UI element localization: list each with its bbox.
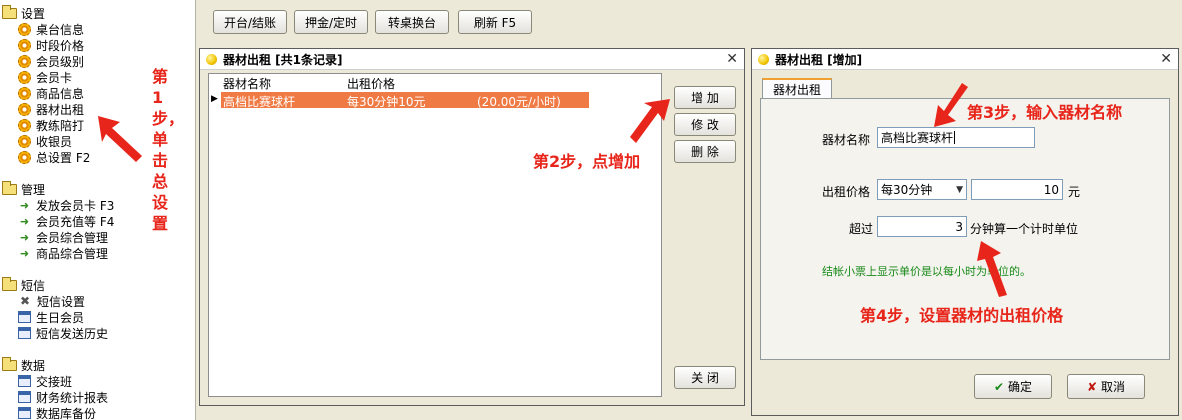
- price-input[interactable]: 10: [971, 179, 1063, 200]
- close-icon[interactable]: ✕: [1160, 51, 1172, 67]
- tree-item-cashier[interactable]: 收银员: [18, 133, 72, 149]
- tree-group-data[interactable]: 数据: [2, 356, 45, 373]
- cancel-button[interactable]: ✘ 取消: [1067, 374, 1145, 399]
- add-button[interactable]: 增 加: [674, 86, 736, 109]
- gear-icon: [18, 150, 31, 164]
- row-rate: (20.00元/小时): [477, 95, 561, 109]
- gear-icon: [18, 134, 31, 148]
- confirm-button[interactable]: ✔ 确定: [974, 374, 1052, 399]
- window-icon: [18, 311, 31, 323]
- step4-annotation: 第4步，设置器材的出租价格: [860, 306, 1064, 325]
- gear-icon: [18, 102, 31, 116]
- exceed-suffix: 分钟算一个计时单位: [970, 222, 1079, 236]
- gear-icon: [18, 70, 31, 84]
- price-label: 出租价格: [822, 185, 871, 199]
- tools-icon: ✖: [19, 294, 31, 308]
- table-row[interactable]: 高档比赛球杆 每30分钟10元 (20.00元/小时): [221, 92, 589, 109]
- tree-item-shift-handover[interactable]: 交接班: [18, 373, 72, 389]
- step2-annotation: 第2步，点增加: [533, 152, 641, 171]
- folder-icon: [2, 356, 17, 371]
- gear-icon: [18, 118, 31, 132]
- tree-item-equipment-rental[interactable]: 器材出租: [18, 101, 84, 117]
- gear-icon: [18, 86, 31, 100]
- tree-item-sms-history[interactable]: 短信发送历史: [18, 325, 108, 341]
- window-icon: [18, 391, 31, 403]
- equipment-grid: 器材名称 出租价格 ▶ 高档比赛球杆 每30分钟10元 (20.00元/小时): [208, 73, 662, 397]
- tree-group-management[interactable]: 管理: [2, 180, 45, 197]
- tree-group-settings[interactable]: 设置: [2, 4, 45, 21]
- row-pointer-icon: ▶: [211, 94, 218, 104]
- green-arrow-icon: ➜: [19, 246, 30, 260]
- list-dialog-titlebar: 器材出租 [共1条记录] ✕: [200, 49, 744, 70]
- tree-item-database-backup[interactable]: 数据库备份: [18, 405, 96, 420]
- toolbar: 开台/结账 押金/定时 转桌换台 刷新 F5: [197, 0, 1182, 44]
- red-arrow-icon: [630, 99, 670, 143]
- folder-icon: [2, 276, 17, 291]
- period-select[interactable]: 每30分钟 ▼: [877, 179, 967, 200]
- folder-icon: [2, 180, 17, 195]
- green-arrow-icon: ➜: [19, 198, 30, 212]
- column-header-price: 出租价格: [347, 77, 396, 91]
- open-close-button[interactable]: 开台/结账: [213, 10, 287, 34]
- refresh-button[interactable]: 刷新 F5: [458, 10, 532, 34]
- close-button[interactable]: 关 闭: [674, 366, 736, 389]
- tree-item-goods-info[interactable]: 商品信息: [18, 85, 84, 101]
- window-icon: [18, 327, 31, 339]
- equipment-add-dialog: 器材出租 [增加] ✕ 器材出租 器材名称 高档比赛球杆 出租价格 每30分钟 …: [751, 48, 1179, 416]
- tree-item-general-settings[interactable]: 总设置 F2: [18, 149, 90, 165]
- tree-item-table-info[interactable]: 桌台信息: [18, 21, 84, 37]
- window-icon: [18, 407, 31, 419]
- tree-item-birthday-members[interactable]: 生日会员: [18, 309, 84, 325]
- tree-item-finance-report[interactable]: 财务统计报表: [18, 389, 108, 405]
- deposit-timer-button[interactable]: 押金/定时: [294, 10, 368, 34]
- exceed-minutes-input[interactable]: 3: [877, 216, 967, 237]
- step1-annotation: 第1步，单击总设置: [152, 67, 185, 233]
- exceed-label: 超过: [849, 222, 874, 236]
- red-arrow-icon: [98, 116, 142, 162]
- column-header-name: 器材名称: [223, 77, 272, 91]
- tree-item-member-level[interactable]: 会员级别: [18, 53, 84, 69]
- cross-icon: ✘: [1086, 379, 1098, 394]
- price-unit: 元: [1068, 185, 1081, 199]
- tree-item-issue-card[interactable]: ➜ 发放会员卡 F3: [18, 197, 114, 213]
- gear-icon: [18, 38, 31, 52]
- name-label: 器材名称: [822, 133, 871, 147]
- tree-item-period-price[interactable]: 时段价格: [18, 37, 84, 53]
- equipment-list-dialog: 器材出租 [共1条记录] ✕ 器材名称 出租价格 ▶ 高档比赛球杆 每30分钟1…: [199, 48, 745, 406]
- add-dialog-titlebar: 器材出租 [增加] ✕: [752, 49, 1178, 70]
- tree-group-sms[interactable]: 短信: [2, 276, 45, 293]
- edit-button[interactable]: 修 改: [674, 113, 736, 136]
- tree-item-member-recharge[interactable]: ➜ 会员充值等 F4: [18, 213, 114, 229]
- tree-item-member-card[interactable]: 会员卡: [18, 69, 72, 85]
- equipment-name-input[interactable]: 高档比赛球杆: [877, 127, 1035, 148]
- row-price: 每30分钟10元: [347, 95, 426, 109]
- tree-item-sms-settings[interactable]: ✖ 短信设置: [18, 293, 85, 309]
- window-icon: [18, 375, 31, 387]
- chevron-down-icon: ▼: [956, 184, 963, 195]
- grid-header: 器材名称 出租价格: [209, 74, 661, 91]
- navigation-tree: 设置 桌台信息 时段价格 会员级别 会员卡 商品信息 器材出租 教练陪打 收银员…: [0, 0, 196, 420]
- red-arrow-icon: [977, 241, 1007, 297]
- gear-icon: [18, 22, 31, 36]
- transfer-table-button[interactable]: 转桌换台: [375, 10, 449, 34]
- folder-icon: [2, 4, 17, 19]
- delete-button[interactable]: 删 除: [674, 140, 736, 163]
- tree-item-coach[interactable]: 教练陪打: [18, 117, 84, 133]
- red-arrow-icon: [934, 83, 968, 127]
- tab-equipment-rental[interactable]: 器材出租: [762, 78, 832, 99]
- tree-item-member-management[interactable]: ➜ 会员综合管理: [18, 229, 108, 245]
- row-name: 高档比赛球杆: [223, 95, 296, 109]
- check-icon: ✔: [993, 379, 1005, 394]
- tree-item-goods-management[interactable]: ➜ 商品综合管理: [18, 245, 108, 261]
- green-arrow-icon: ➜: [19, 230, 30, 244]
- gear-icon: [18, 54, 31, 68]
- bulb-icon: [206, 53, 217, 65]
- green-arrow-icon: ➜: [19, 214, 30, 228]
- step3-annotation: 第3步，输入器材名称: [967, 103, 1123, 122]
- close-icon[interactable]: ✕: [726, 51, 738, 67]
- bulb-icon: [758, 53, 769, 65]
